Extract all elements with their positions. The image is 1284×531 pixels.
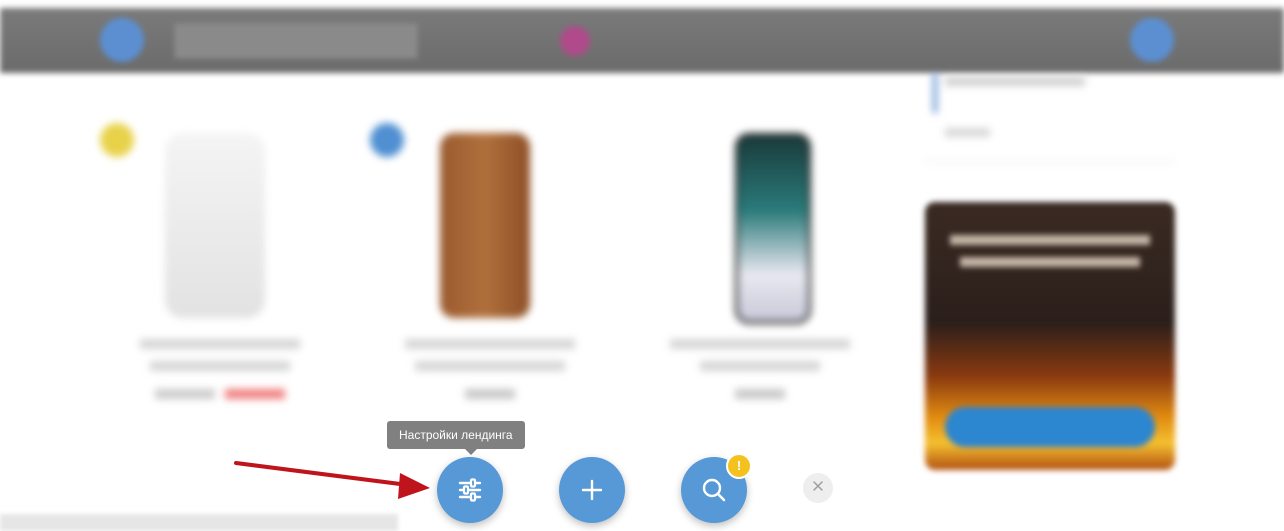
product-price [100,388,340,402]
product-image [165,133,265,318]
product-badge [100,123,134,157]
landing-settings-button[interactable] [437,457,503,523]
product-card [100,113,350,413]
product-card [370,113,620,413]
sidebar-divider [925,161,1175,162]
product-image [440,133,530,318]
add-button[interactable] [559,457,625,523]
product-badge [370,123,404,157]
menu-icon [100,18,144,62]
close-icon [812,479,824,497]
promo-banner [925,202,1175,470]
product-card [640,113,890,413]
product-image [735,133,811,324]
plus-icon [581,479,603,501]
product-title [120,333,320,383]
product-title [660,333,860,383]
sidebar-item [945,128,990,140]
product-price [370,388,610,402]
logo-icon [560,26,590,56]
product-price [640,388,880,402]
promo-text [940,227,1160,279]
close-button[interactable] [803,473,833,503]
promo-button [945,407,1155,447]
tooltip: Настройки лендинга [387,421,525,455]
red-arrow-annotation [234,461,430,499]
sliders-icon [457,478,483,502]
blurred-background-page [0,0,1284,531]
product-title [390,333,590,383]
sidebar-item [945,77,1085,89]
bottom-bar [0,514,398,531]
notification-badge: ! [726,453,752,479]
search-icon [701,477,727,503]
site-header [0,8,1284,73]
sidebar-accent [933,73,937,113]
site-search-box [175,24,417,58]
cart-icon [1130,18,1174,62]
